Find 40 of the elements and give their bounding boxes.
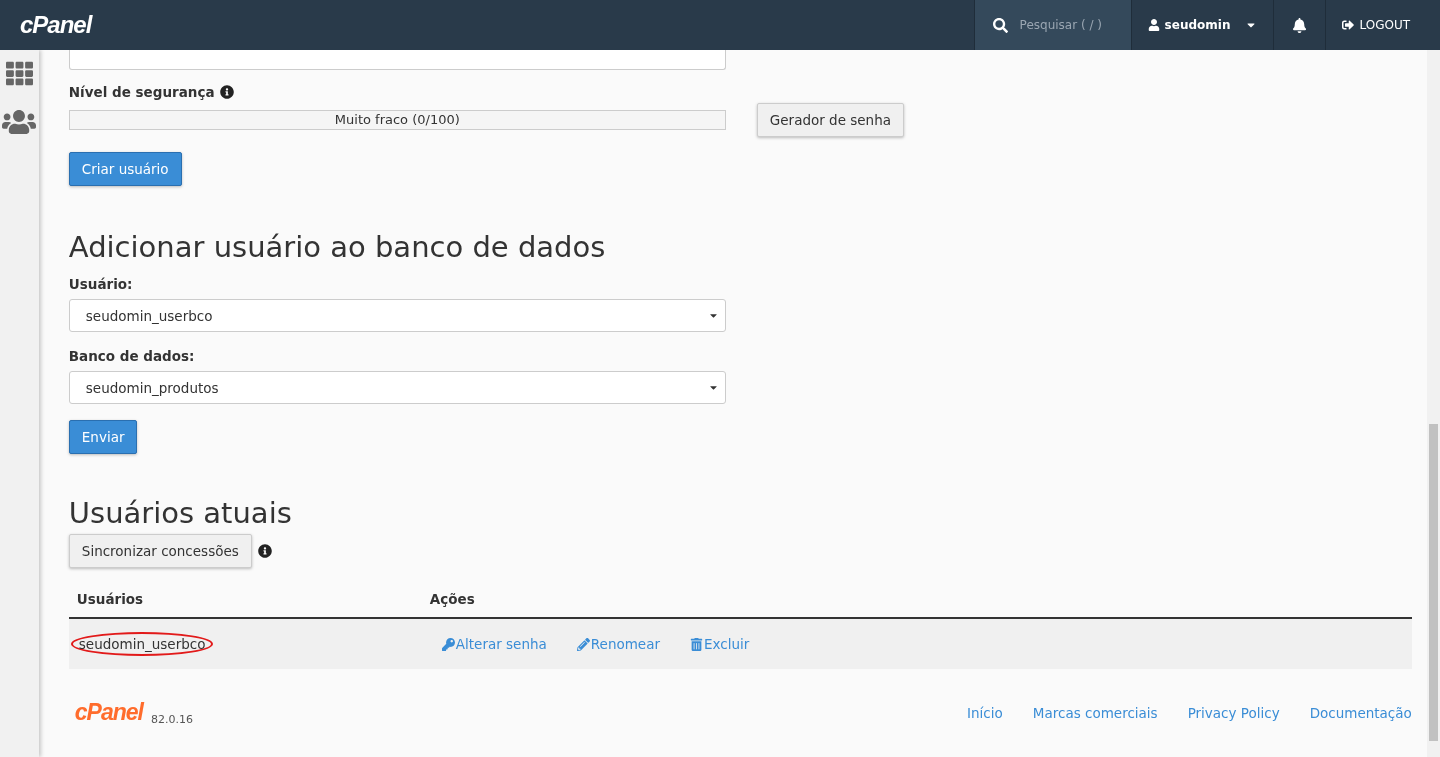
column-header: Ações xyxy=(429,591,476,607)
sync-grants-button[interactable]: Sincronizar concessões xyxy=(68,534,252,568)
submit-button[interactable]: Enviar xyxy=(68,420,138,454)
footer-link[interactable]: Início xyxy=(967,704,1003,721)
strength-reading: Muito fraco (0/100) xyxy=(333,111,461,129)
select-field[interactable]: seudomin_userbco xyxy=(68,299,726,332)
search-field[interactable]: Pesquisar ( / ) xyxy=(1017,17,1108,33)
column-header: Usuários xyxy=(76,591,145,607)
password-generator-button[interactable]: Gerador de senha xyxy=(756,103,904,137)
field-label: Nível de segurança xyxy=(68,84,215,100)
field-label: Usuário: xyxy=(68,276,133,292)
footer-link[interactable]: Marcas comerciais xyxy=(1032,704,1158,721)
info-icon[interactable] xyxy=(219,85,234,99)
delete-link[interactable]: Excluir xyxy=(690,636,750,652)
pencil-icon xyxy=(576,637,590,651)
logout-icon xyxy=(1342,19,1355,31)
section-title: Usuários atuais xyxy=(68,496,293,530)
rename-link[interactable]: Renomear xyxy=(576,636,660,652)
grid-icon[interactable] xyxy=(5,60,33,87)
footer-link[interactable]: Privacy Policy xyxy=(1187,704,1280,721)
field-label: Banco de dados: xyxy=(68,348,195,364)
search-icon xyxy=(992,17,1008,33)
version-text: 82.0.16 xyxy=(150,713,193,726)
password-link[interactable]: Alterar senha xyxy=(441,636,547,652)
cpanel-logo[interactable]: cPanel xyxy=(20,11,92,39)
info-icon[interactable] xyxy=(257,544,272,558)
username-cell: seudomin_userbco xyxy=(70,632,214,656)
scrollbar[interactable] xyxy=(1426,50,1440,757)
logout-button[interactable]: LOGOUT xyxy=(1342,18,1410,32)
footer-link[interactable]: Documentação xyxy=(1309,704,1412,721)
trash-icon xyxy=(690,637,703,651)
scrollbar-thumb[interactable] xyxy=(1428,424,1438,741)
section-title: Adicionar usuário ao banco de dados xyxy=(68,230,607,264)
user-icon xyxy=(1147,19,1160,31)
key-icon xyxy=(441,637,455,651)
cpanel-logo[interactable]: cPanel xyxy=(74,699,143,726)
select-field[interactable]: seudomin_produtos xyxy=(68,371,726,404)
user-menu[interactable]: seudomin xyxy=(1147,18,1258,32)
input-field[interactable] xyxy=(68,50,726,70)
create-user-button[interactable]: Criar usuário xyxy=(68,152,182,186)
